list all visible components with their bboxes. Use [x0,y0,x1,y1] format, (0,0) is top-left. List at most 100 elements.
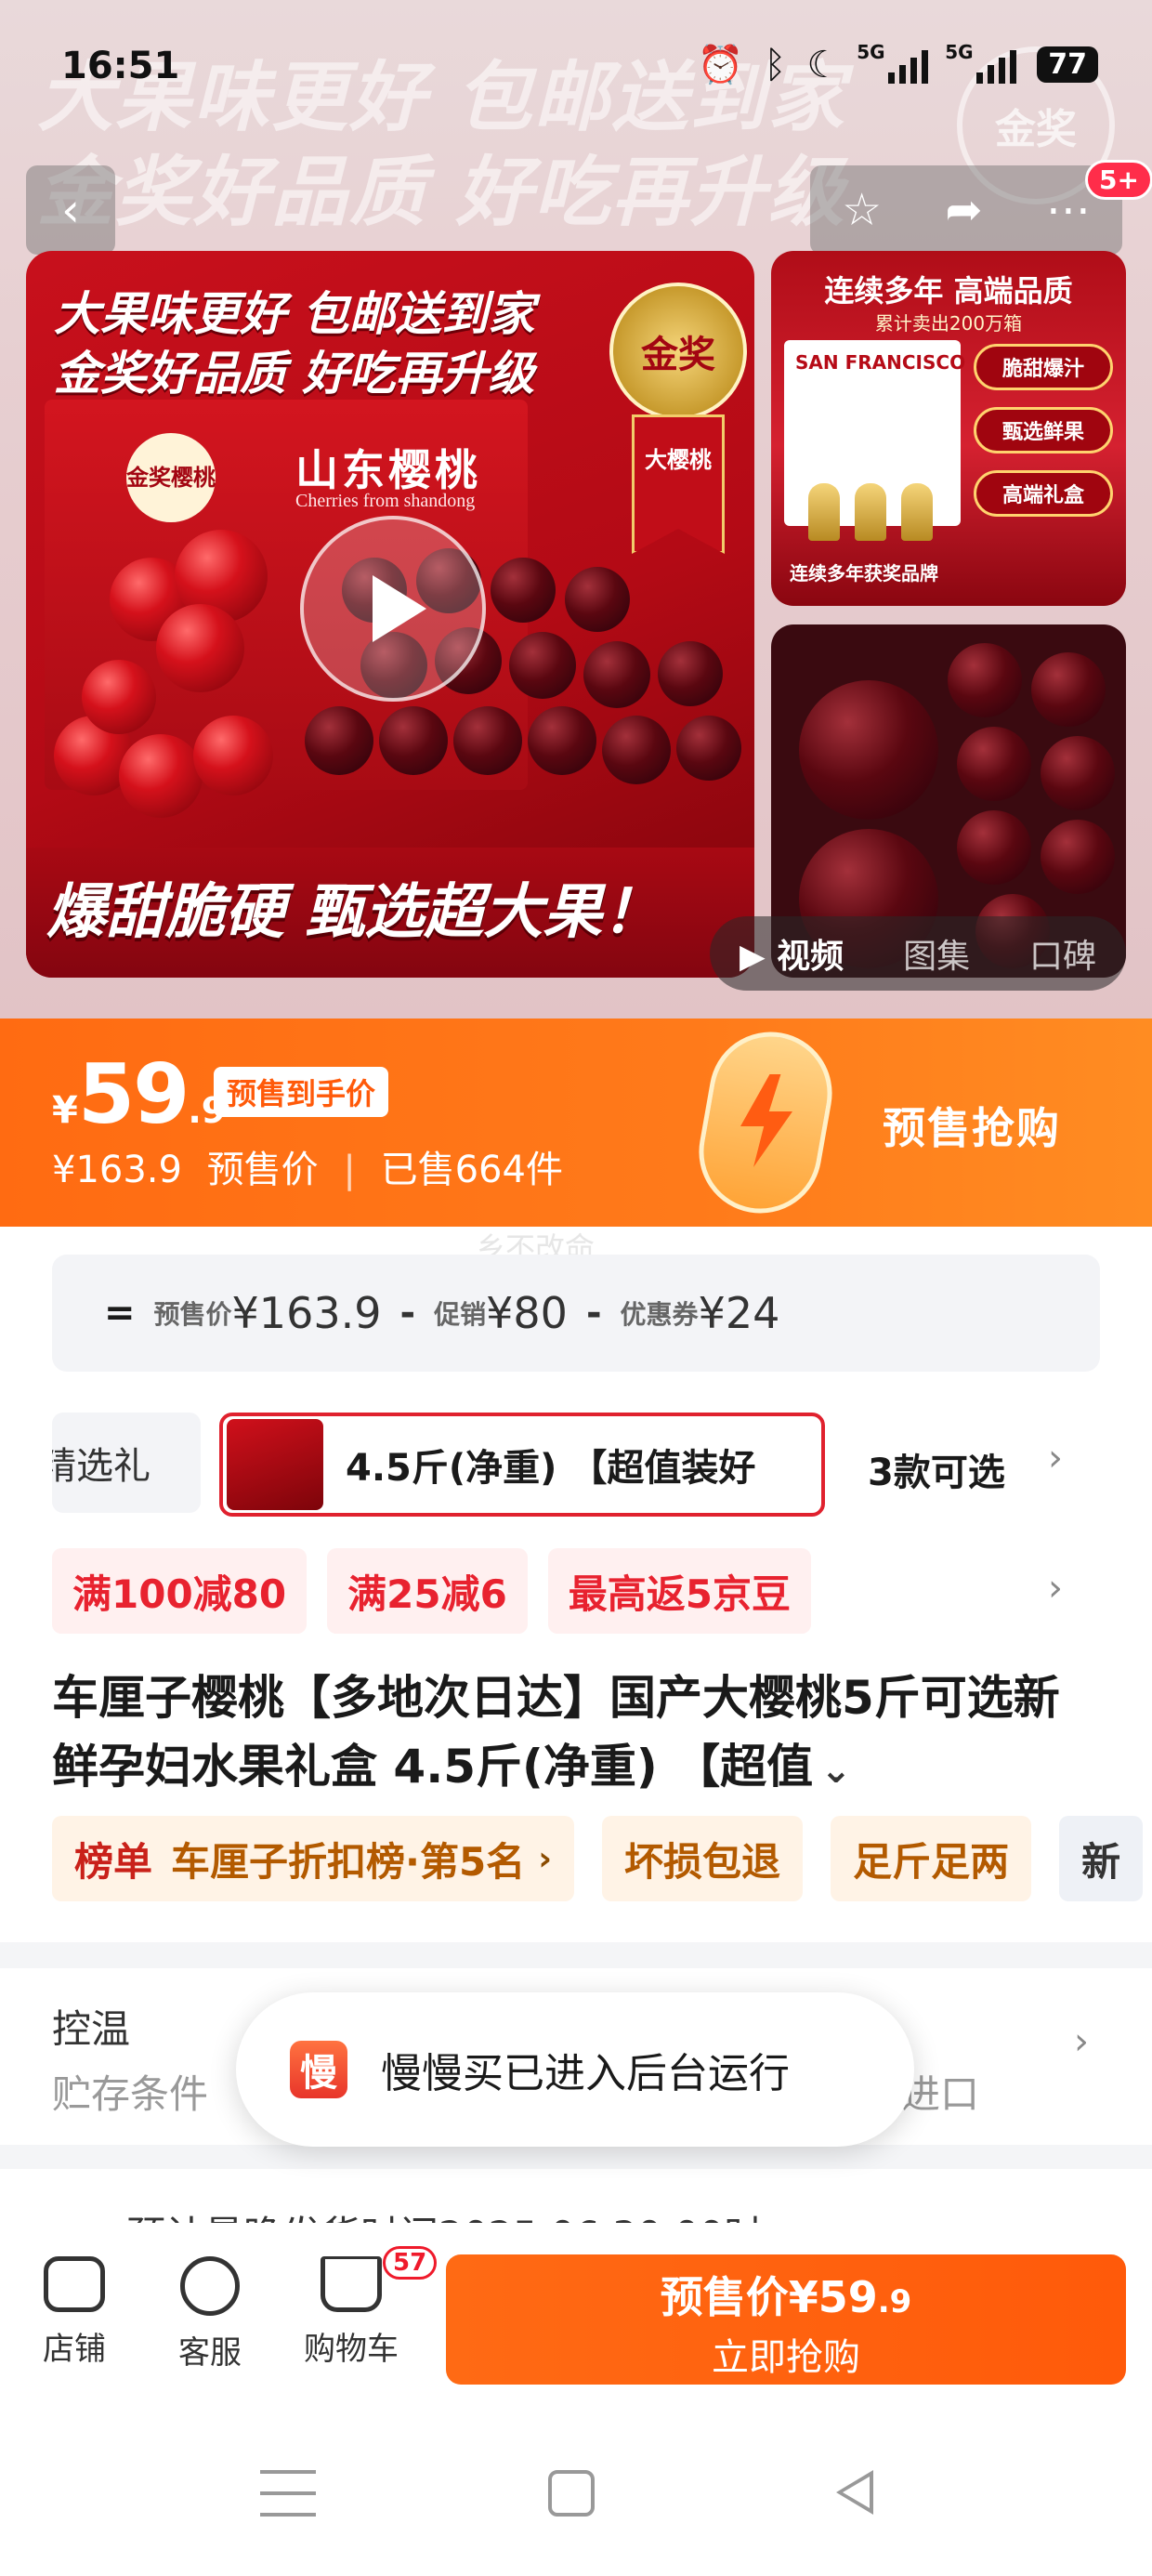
toast-text: 慢慢买已进入后台运行 [381,2050,790,2097]
award-panel-label: SAN FRANCISCO [795,351,966,374]
cherry-image [948,643,1022,717]
headline-line-2: 金奖好品质 好吃再升级 [54,347,535,401]
recent-apps-icon[interactable] [260,2470,316,2517]
cherry-image [119,734,203,818]
cherry-image [156,604,244,692]
cherry-image [491,558,556,623]
cherry-image [583,641,650,708]
section-divider [0,1942,1152,1968]
promo-tag[interactable]: 满100减80 [52,1548,308,1634]
cart-icon: 57 [321,2246,438,2312]
buy-now-label: 立即抢购 [712,2336,860,2379]
chevron-right-icon[interactable]: › [1048,1567,1063,1610]
product-title[interactable]: 车厘子樱桃【多地次日达】国产大樱桃5斤可选新鲜孕妇水果礼盒 4.5斤(净重) 【… [52,1663,1102,1805]
product-gallery: 大果味更好 包邮送到家 金奖好品质 好吃再升级 金奖 16:51 ⏰ ᛒ ☾ 5… [0,0,1152,1022]
moon-icon: ☾ [806,43,841,86]
golden-award-seal: 金奖 [609,283,747,420]
cart-button[interactable]: 57 购物车 [295,2246,438,2369]
back-triangle-icon[interactable] [836,2470,873,2515]
ranking-tag[interactable]: 榜单 车厘子折扣榜·第5名 › [52,1816,575,1901]
trophy-icon [901,483,933,541]
cherry-image [193,716,273,795]
cherry-image [509,632,576,699]
tab-video[interactable]: ▶ 视频 [740,929,844,978]
back-button[interactable]: ‹ [26,165,115,255]
hero-bg-slogan-2: 金奖好品质 好吃再升级 [37,149,846,237]
play-video-icon[interactable] [300,516,486,702]
media-tabs: ▶ 视频 图集 口碑 [710,916,1126,991]
gallery-thumbnail-1[interactable]: 连续多年 高端品质 累计卖出200万箱 SAN FRANCISCO 脆甜爆汁 甄… [771,251,1126,606]
home-icon[interactable] [548,2470,595,2517]
alarm-icon: ⏰ [697,44,744,86]
feature-tags: 榜单 车厘子折扣榜·第5名 › 坏损包退 足斤足两 新 [52,1816,1144,1901]
cherry-image [957,727,1031,801]
tab-gallery[interactable]: 图集 [903,929,970,978]
minus-sign: - [399,1292,416,1334]
thumb-pill-2: 甄选鲜果 [974,407,1113,453]
smiley-icon [180,2256,240,2316]
currency-symbol: ¥ [52,1089,78,1132]
favorite-star-icon[interactable]: ☆ [842,184,882,236]
buy-now-button[interactable]: 预售价¥59.9 立即抢购 [446,2254,1126,2385]
tab-reviews[interactable]: 口碑 [1029,929,1096,978]
equals-sign: = [104,1292,136,1334]
thumb-pill-1: 脆甜爆汁 [974,344,1113,390]
trophy-icon [855,483,886,541]
minus-sign: - [585,1292,602,1334]
chevron-left-icon: ‹ [61,183,80,237]
presale-label: 预售价 [153,1299,232,1330]
buy-price-main: 预售价¥59 [660,2272,878,2322]
headline-line-1: 大果味更好 包邮送到家 [54,287,535,341]
status-time: 16:51 [61,45,180,87]
final-price-tag: 预售到手价 [214,1067,389,1117]
cherry-image [957,810,1031,885]
sku-thumbnail [227,1419,323,1510]
more-icon[interactable]: ⋯ [1046,184,1091,236]
box-title: 山东樱桃 [295,445,481,495]
top-action-group: ☆ ➦ ⋯ [810,165,1122,255]
notification-badge: 5+ [1085,160,1152,200]
main-image-slogan: 爆甜脆硬 甄选超大果！ [46,878,662,947]
main-image-headline: 大果味更好 包邮送到家 金奖好品质 好吃再升级 [54,284,534,403]
original-price-label: 预售价 [206,1149,319,1191]
coupon-value: ¥24 [698,1288,780,1338]
signal-icon: 5G [945,41,1017,84]
price-breakdown[interactable]: = 预售价 ¥163.9 - 促销 ¥80 - 优惠券 ¥24 [52,1255,1100,1372]
product-title-text: 车厘子樱桃【多地次日达】国产大樱桃5斤可选新鲜孕妇水果礼盒 4.5斤(净重) 【… [52,1671,1060,1794]
feature-tag: 坏损包退 [602,1816,804,1901]
price-subline: ¥163.9 预售价 | 已售664件 [52,1139,563,1193]
sold-count: 已售664件 [380,1149,563,1191]
cherry-image [453,706,522,775]
cherry-image [528,706,596,775]
cart-label: 购物车 [304,2331,399,2368]
customer-service-button[interactable]: 客服 [154,2256,266,2372]
ranking-label: 榜单 [74,1838,153,1885]
promo-value: ¥80 [486,1288,568,1338]
sku-option-prev-label: 精选礼 [52,1445,151,1488]
promo-tag[interactable]: 最高返5京豆 [547,1548,812,1634]
status-icons: ⏰ ᛒ ☾ 5G 5G 77 [697,41,1098,86]
main-product-image[interactable]: 金奖樱桃 山东樱桃 Cherries from shandong 大果味更好 包… [26,251,754,978]
storage-key: 控温 [52,2006,131,2052]
share-icon[interactable]: ➦ [945,184,982,236]
sku-option-prev[interactable]: 精选礼 [52,1413,201,1513]
chevron-right-icon[interactable]: › [1048,1437,1063,1479]
cherry-image [379,706,448,775]
price-banner: ¥59.9 预售到手价 ¥163.9 预售价 | 已售664件 预售抢购 [0,1019,1152,1227]
chevron-down-icon[interactable]: ⌄ [820,1749,852,1792]
cherry-image [799,680,938,820]
buy-price: 预售价¥59.9 [446,2264,1126,2325]
divider: | [343,1149,356,1191]
store-button[interactable]: 店铺 [19,2256,130,2369]
sku-option-selected[interactable]: 4.5斤(净重) 【超值装好 [219,1413,825,1517]
coupon-label: 优惠券 [620,1299,699,1330]
box-logo: 金奖樱桃 [126,433,216,522]
cherry-image [1031,652,1106,727]
app-icon: 慢 [290,2041,347,2098]
presale-value: ¥163.9 [231,1288,382,1338]
cherry-image [1041,736,1115,810]
battery-icon: 77 [1037,46,1098,83]
cherry-image [82,660,156,734]
sku-count[interactable]: 3款可选 [868,1442,1005,1496]
promo-tag[interactable]: 满25减6 [327,1548,528,1634]
